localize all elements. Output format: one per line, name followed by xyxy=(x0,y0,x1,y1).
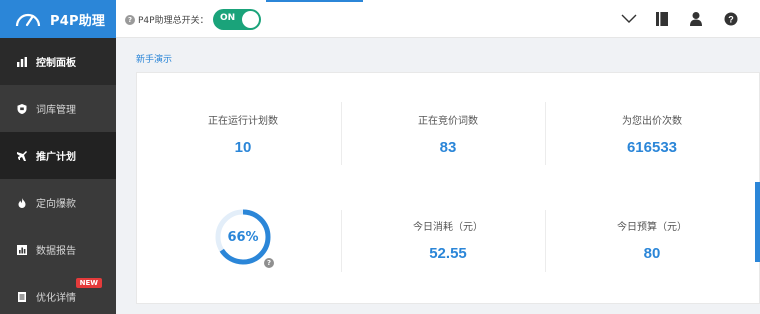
stat-today-budget: 今日预算（元） 80 xyxy=(552,218,752,262)
stat-today-cost: 今日消耗（元） 52.55 xyxy=(348,218,548,262)
sidebar-item-label: 数据报告 xyxy=(36,246,76,257)
top-bar: ? P4P助理总开关： ON ? xyxy=(116,0,760,38)
stats-panel xyxy=(136,72,760,304)
gauge-icon xyxy=(15,13,41,27)
new-badge: NEW xyxy=(75,278,102,288)
stat-label: 为您出价次数 xyxy=(622,116,682,127)
toggle-knob xyxy=(242,11,259,28)
sidebar-item-hot-items[interactable]: 定向爆款 xyxy=(0,179,116,226)
master-switch-toggle[interactable]: ON xyxy=(213,9,261,30)
question-icon[interactable]: ? xyxy=(722,10,740,28)
stat-label: 今日预算（元） xyxy=(617,222,687,233)
sidebar-item-keywords[interactable]: 词库管理 xyxy=(0,85,116,132)
chevron-down-icon[interactable] xyxy=(620,10,638,28)
report-icon xyxy=(16,244,28,256)
switch-label-text: P4P助理总开关： xyxy=(138,16,209,26)
book-icon[interactable] xyxy=(653,10,671,28)
user-icon[interactable] xyxy=(687,10,705,28)
sidebar-item-reports[interactable]: 数据报告 xyxy=(0,226,116,273)
side-tab[interactable] xyxy=(755,182,760,262)
app-title: P4P助理 xyxy=(50,13,106,29)
stat-value: 52.55 xyxy=(429,245,467,262)
progress-percent: 66% xyxy=(227,229,259,245)
sidebar-item-label: 定向爆款 xyxy=(36,199,76,210)
stat-label: 今日消耗（元） xyxy=(413,222,483,233)
stat-value: 10 xyxy=(234,139,252,156)
svg-text:?: ? xyxy=(728,15,734,25)
stat-label: 正在竞价词数 xyxy=(418,116,478,127)
document-icon xyxy=(16,291,28,303)
bar-chart-icon xyxy=(16,56,28,68)
sidebar-item-optimization[interactable]: 优化详情 NEW xyxy=(0,273,116,314)
demo-link[interactable]: 新手演示 xyxy=(136,52,172,65)
stat-running-plans: 正在运行计划数 10 xyxy=(143,112,343,156)
sidebar-item-label: 词库管理 xyxy=(36,105,76,116)
stat-value: 616533 xyxy=(626,139,678,156)
stat-bidding-words: 正在竞价词数 83 xyxy=(348,112,548,156)
master-switch-label: ? P4P助理总开关： xyxy=(125,13,209,26)
help-icon[interactable]: ? xyxy=(125,14,135,25)
app-logo[interactable]: P4P助理 xyxy=(0,0,116,38)
stat-label: 正在运行计划数 xyxy=(208,116,278,127)
sidebar-item-dashboard[interactable]: 控制面板 xyxy=(0,38,116,85)
sidebar-item-label: 优化详情 xyxy=(36,293,76,304)
top-accent-line xyxy=(266,0,363,2)
sidebar-item-label: 推广计划 xyxy=(36,152,76,163)
stat-bid-times: 为您出价次数 616533 xyxy=(552,112,752,156)
shield-icon xyxy=(16,103,28,115)
sidebar-item-label: 控制面板 xyxy=(36,58,76,69)
divider xyxy=(341,210,342,272)
sidebar-item-campaigns[interactable]: 推广计划 xyxy=(0,132,116,179)
sidebar: P4P助理 控制面板 词库管理 推广计划 定向爆款 数据报告 优化详情 NEW xyxy=(0,0,116,314)
fire-icon xyxy=(16,197,28,209)
stat-value: 80 xyxy=(643,245,661,262)
rocket-icon xyxy=(16,150,28,162)
toggle-state: ON xyxy=(220,13,236,23)
help-icon[interactable]: ? xyxy=(264,258,274,268)
stat-value: 83 xyxy=(439,139,457,156)
progress-ring: 66% xyxy=(214,208,272,266)
